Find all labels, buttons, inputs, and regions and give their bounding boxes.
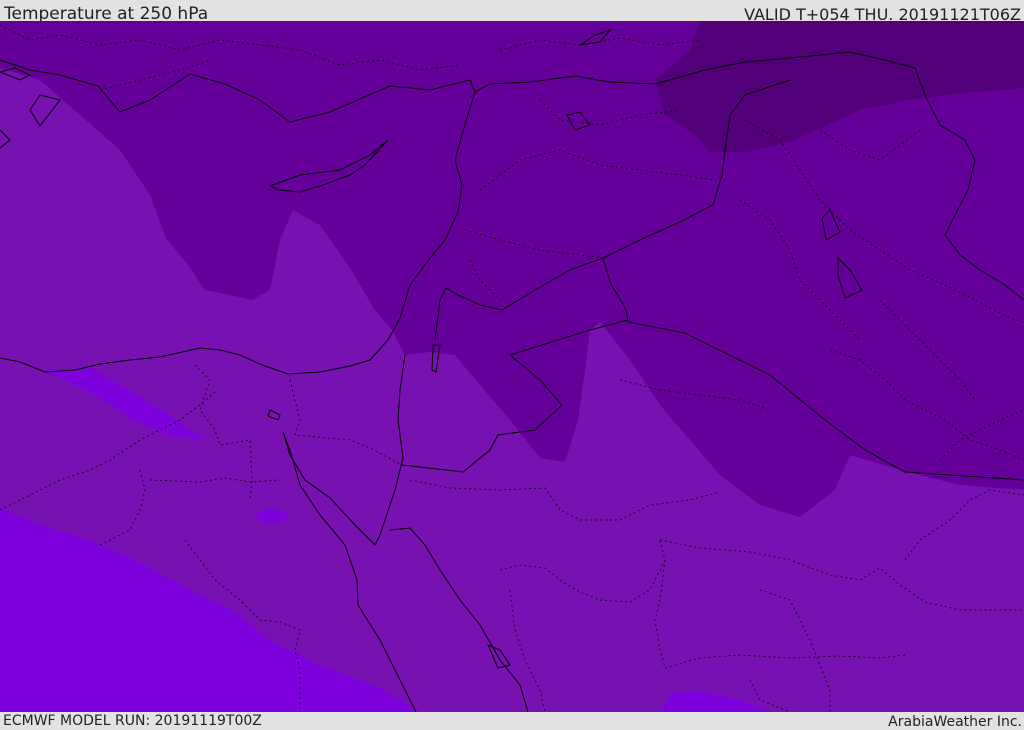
model-run: ECMWF MODEL RUN: 20191119T00Z: [3, 713, 262, 729]
credit-text: ArabiaWeather Inc.: [888, 714, 1022, 730]
temperature-map: [0, 21, 1024, 712]
header-bar: Temperature at 250 hPa VALID T+054 THU. …: [0, 0, 1024, 24]
lake: [256, 509, 288, 523]
